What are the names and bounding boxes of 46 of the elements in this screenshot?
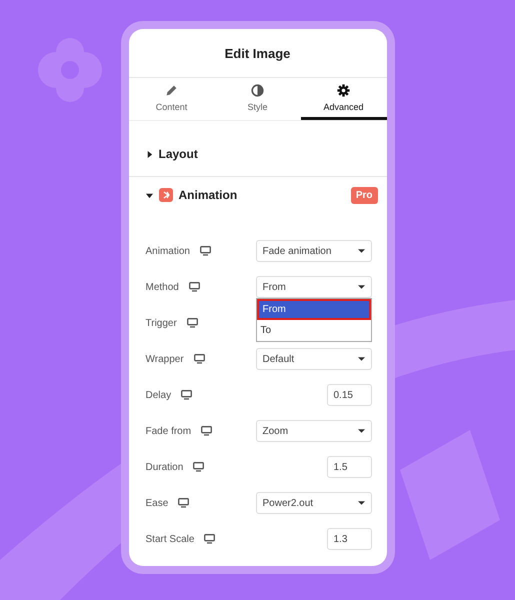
monitor-icon[interactable]: [201, 426, 212, 436]
caret-icon: [358, 357, 364, 361]
panel-title: Edit Image: [128, 29, 386, 78]
select-field[interactable]: Zoom: [256, 420, 372, 442]
dropdown-option[interactable]: From: [256, 299, 370, 320]
monitor-icon[interactable]: [186, 318, 198, 328]
field-label: Start Scale: [146, 534, 194, 544]
section-header[interactable]: Layout: [128, 136, 386, 176]
caret-icon: [146, 150, 152, 158]
animation-icon: [158, 188, 172, 202]
monitor-icon[interactable]: [193, 462, 204, 472]
caret-icon: [358, 249, 364, 253]
field-label: Animation: [146, 246, 190, 256]
caret-icon: [146, 192, 152, 198]
select-field[interactable]: From: [256, 276, 372, 298]
settings-icon: [337, 84, 350, 96]
tab[interactable]: Content: [128, 78, 214, 120]
caret-icon: [358, 285, 364, 289]
pencil-icon: [165, 84, 178, 96]
tab[interactable]: Advanced: [300, 78, 386, 120]
monitor-icon[interactable]: [181, 390, 192, 400]
number-field[interactable]: 1.5: [326, 456, 372, 478]
field-label: Delay: [146, 390, 172, 400]
monitor-icon[interactable]: [200, 246, 211, 256]
monitor-icon[interactable]: [204, 534, 216, 544]
tab[interactable]: Style: [214, 78, 300, 120]
monitor-icon[interactable]: [178, 498, 190, 508]
section-header[interactable]: Animation Pro: [128, 177, 386, 217]
number-field[interactable]: 1.3: [326, 528, 372, 550]
select-field[interactable]: Fade animation: [256, 240, 372, 262]
pro-badge: Pro: [350, 186, 378, 204]
select-field[interactable]: Power2.out: [256, 492, 372, 514]
select-field[interactable]: Default: [256, 348, 372, 370]
dropdown-option[interactable]: To: [256, 320, 370, 341]
caret-icon: [358, 429, 364, 433]
field-label: Method: [146, 282, 179, 292]
number-field[interactable]: 0.15: [326, 384, 372, 406]
caret-icon: [358, 501, 364, 505]
field-label: Trigger: [146, 318, 177, 328]
monitor-icon[interactable]: [194, 354, 205, 364]
field-label: Ease: [146, 498, 168, 508]
monitor-icon[interactable]: [188, 282, 200, 292]
field-label: Wrapper: [146, 354, 184, 364]
field-label: Fade from: [146, 426, 192, 436]
field-label: Duration: [146, 462, 184, 472]
contrast-icon: [251, 84, 264, 96]
